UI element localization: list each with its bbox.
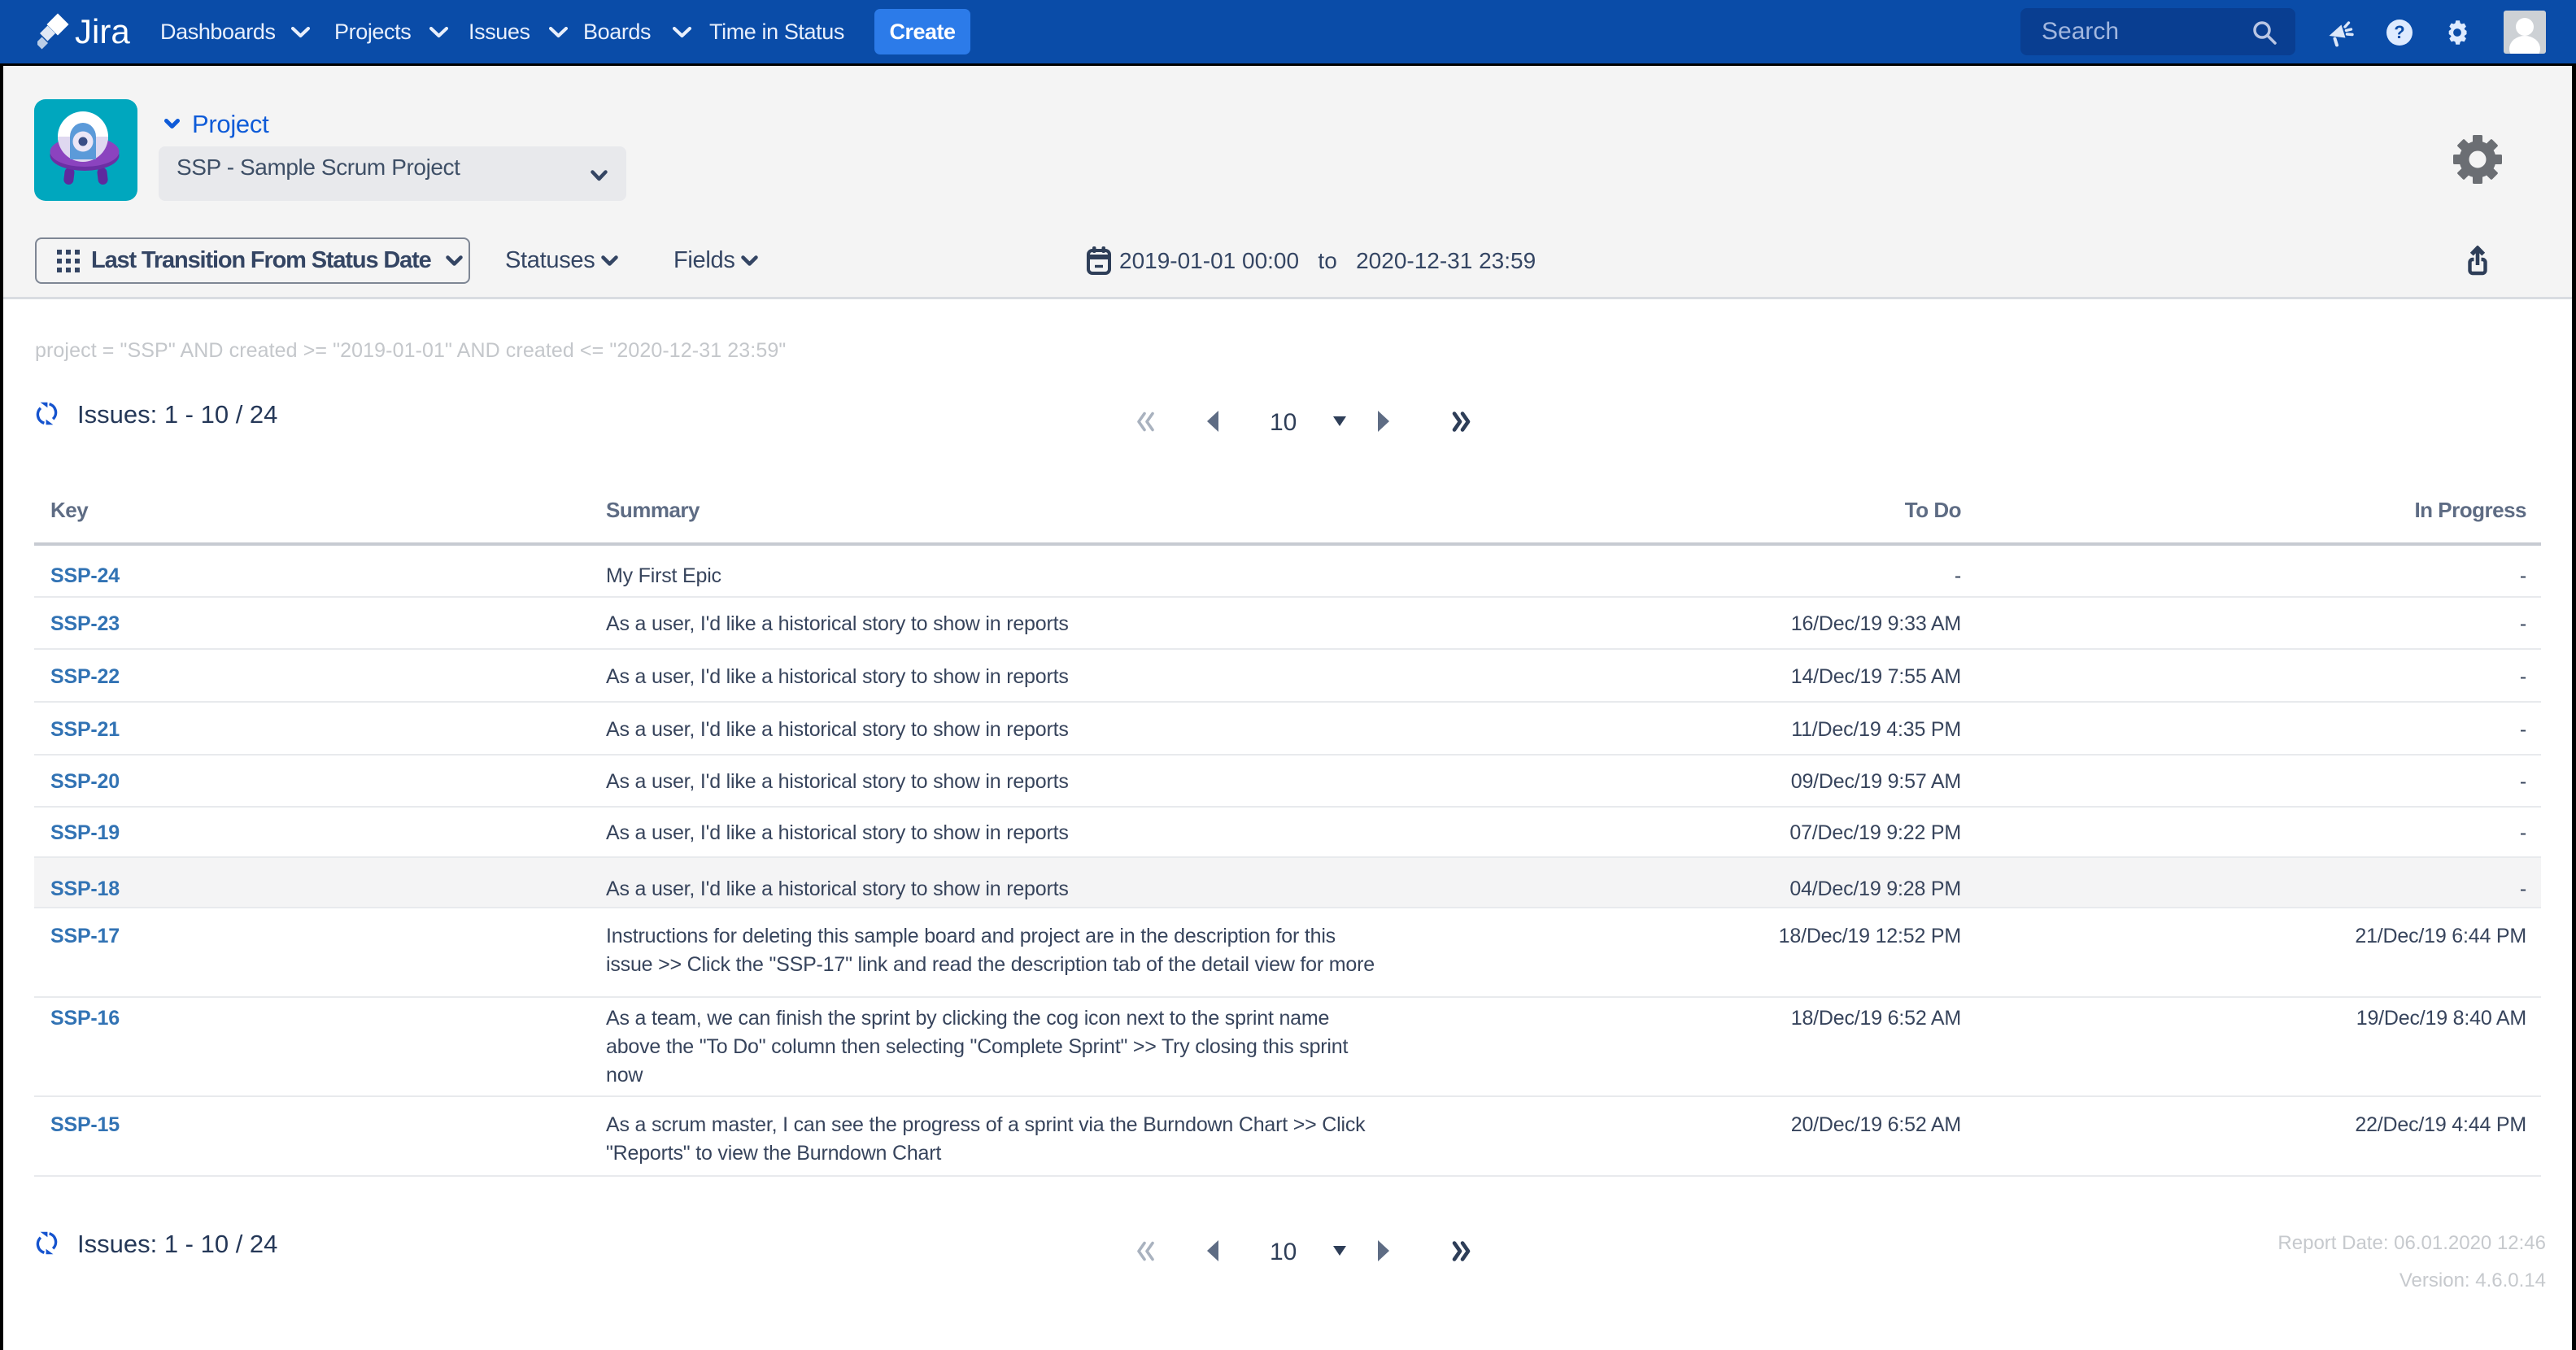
svg-text:?: ? xyxy=(2394,22,2404,42)
